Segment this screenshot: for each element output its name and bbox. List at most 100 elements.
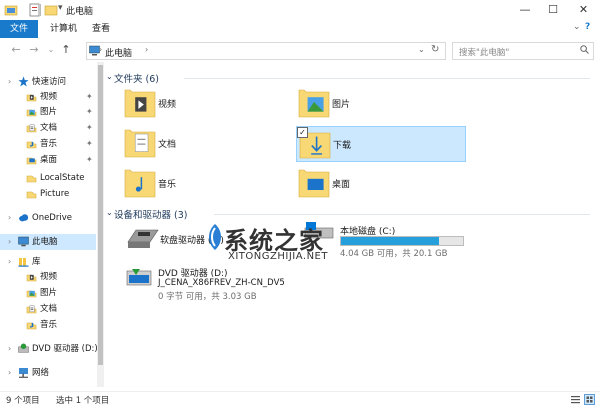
- content-pane: ⌄ 文件夹 (6) 视频 图片 文档 下载 ✓ 音乐 桌面 ⌄ 设备和驱动器 (3) 软盘驱…: [104, 62, 600, 387]
- documents-folder-icon: [26, 305, 37, 314]
- customize-toolbar-icon[interactable]: ▾: [58, 3, 63, 13]
- expand-ribbon-icon[interactable]: ⌄: [573, 22, 581, 32]
- up-arrow-icon[interactable]: ↑: [60, 43, 72, 57]
- sidebar-item-label: 视频: [40, 272, 58, 282]
- pin-icon: ✦: [86, 155, 93, 164]
- tab-view[interactable]: 查看: [92, 20, 110, 38]
- collapse-chevron-icon[interactable]: ⌄: [106, 208, 113, 217]
- new-folder-icon[interactable]: [44, 3, 58, 17]
- music-folder-icon: [26, 322, 37, 330]
- sidebar-item[interactable]: 文档 ✦: [0, 120, 96, 136]
- status-bar: 9 个项目 选中 1 个项目: [0, 391, 600, 408]
- sidebar-item[interactable]: 此电脑 ›: [0, 234, 96, 250]
- sidebar-item[interactable]: 音乐: [0, 317, 96, 333]
- sidebar-item[interactable]: DVD 驱动器 (D:) ›: [0, 341, 98, 357]
- sidebar-item[interactable]: OneDrive ›: [0, 210, 96, 226]
- tab-file[interactable]: 文件: [0, 20, 38, 38]
- network-icon: [19, 368, 28, 378]
- refresh-icon[interactable]: ↻: [431, 44, 439, 55]
- folder-tile[interactable]: 下载 ✓: [296, 126, 466, 162]
- expand-chevron-icon[interactable]: ›: [8, 234, 11, 250]
- expand-chevron-icon[interactable]: ›: [8, 365, 11, 381]
- back-arrow-icon[interactable]: ←: [10, 43, 22, 57]
- address-dropdown-icon[interactable]: ⌄: [418, 45, 425, 54]
- folder-label: 下载: [333, 141, 352, 151]
- folders-group-header[interactable]: 文件夹 (6): [114, 71, 159, 85]
- expand-chevron-icon[interactable]: ›: [8, 254, 11, 270]
- sidebar-item[interactable]: 库 ›: [0, 254, 96, 270]
- expand-chevron-icon[interactable]: ›: [8, 74, 11, 90]
- close-button[interactable]: ✕: [567, 0, 600, 20]
- expand-chevron-icon[interactable]: ›: [8, 210, 11, 226]
- maximize-button[interactable]: ☐: [539, 0, 567, 20]
- large-icons-view-icon[interactable]: [584, 394, 595, 405]
- desktop-folder-icon: [298, 169, 330, 198]
- window-title: 此电脑: [66, 7, 94, 17]
- video-folder-icon: [124, 89, 156, 118]
- sidebar-item[interactable]: 快速访问 ›: [0, 74, 96, 90]
- sidebar-item-label: OneDrive: [32, 213, 72, 223]
- folder-label: 图片: [332, 100, 351, 110]
- folder-tile[interactable]: 图片: [296, 86, 464, 120]
- volume-label: J_CENA_X86FREV_ZH-CN_DV5: [158, 278, 285, 288]
- sidebar-item[interactable]: 视频: [0, 269, 96, 285]
- search-input[interactable]: 搜索"此电脑": [452, 42, 594, 60]
- folder-tile[interactable]: 桌面: [296, 166, 464, 200]
- forward-arrow-icon[interactable]: →: [28, 43, 40, 57]
- folder-label: 音乐: [158, 180, 177, 190]
- details-view-icon[interactable]: [570, 394, 581, 405]
- sidebar-item[interactable]: Picture: [0, 186, 96, 202]
- tab-computer[interactable]: 计算机: [50, 20, 77, 38]
- sidebar-item-label: 图片: [40, 107, 58, 117]
- group-divider: [214, 214, 590, 215]
- properties-icon[interactable]: [28, 3, 42, 17]
- sidebar-item[interactable]: LocalState: [0, 170, 96, 186]
- library-icon: [18, 258, 29, 267]
- breadcrumb-chevron-icon[interactable]: ›: [145, 45, 148, 54]
- watermark-logo: 系统之家 XITONGZHIJIA.NET: [209, 221, 380, 265]
- sidebar-item-label: 音乐: [40, 320, 58, 330]
- sidebar-item-label: 文档: [40, 123, 58, 133]
- help-icon[interactable]: ?: [585, 22, 590, 32]
- breadcrumb[interactable]: 此电脑: [105, 46, 132, 59]
- dvd-drive-item[interactable]: DVD 驱动器 (D:) J_CENA_X86FREV_ZH-CN_DV5 0 …: [126, 261, 326, 305]
- selection-checkbox[interactable]: ✓: [297, 127, 308, 138]
- minimize-button[interactable]: —: [511, 0, 539, 20]
- devices-group-header[interactable]: 设备和驱动器 (3): [114, 207, 187, 221]
- sidebar-item[interactable]: 图片: [0, 285, 96, 301]
- sidebar-item[interactable]: 网络 ›: [0, 365, 96, 381]
- expand-chevron-icon[interactable]: ›: [8, 341, 11, 357]
- folder-tile[interactable]: 视频: [122, 86, 290, 120]
- watermark-emblem-icon: [209, 224, 221, 250]
- explorer-icon[interactable]: [4, 3, 18, 17]
- breadcrumb-chevron-icon: ›: [99, 45, 103, 54]
- video-folder-icon: [26, 94, 37, 102]
- sidebar-item-label: 快速访问: [32, 77, 67, 87]
- title-bar: ▾ 此电脑 — ☐ ✕: [0, 0, 600, 21]
- folder-tile[interactable]: 音乐: [122, 166, 290, 200]
- collapse-chevron-icon[interactable]: ⌄: [106, 72, 113, 81]
- dvd-drive-icon: [126, 269, 152, 286]
- folder-tile[interactable]: 文档: [122, 126, 290, 160]
- pin-icon: ✦: [86, 92, 93, 101]
- sidebar-item[interactable]: 桌面 ✦: [0, 152, 96, 168]
- address-bar[interactable]: › 此电脑 › ⌄ ↻: [86, 42, 446, 60]
- sidebar-item-label: Picture: [40, 189, 70, 199]
- sidebar-item[interactable]: 家庭组 ›: [0, 385, 96, 387]
- navigation-pane: 快速访问 › 视频 ✦ 图片 ✦ 文档 ✦ 音乐 ✦ 桌面 ✦ LocalState Picture One…: [0, 62, 101, 387]
- sidebar-item-label: 桌面: [40, 155, 58, 165]
- nav-scrollbar-thumb[interactable]: [98, 65, 103, 365]
- address-row: ← → ⌄ ↑ › 此电脑 › ⌄ ↻ 搜索"此电脑": [0, 38, 600, 62]
- music-folder-icon: [124, 169, 156, 198]
- sidebar-item[interactable]: 视频 ✦: [0, 89, 96, 105]
- search-icon: [580, 45, 589, 54]
- recent-locations-icon[interactable]: ⌄: [45, 43, 57, 57]
- sidebar-item[interactable]: 文档: [0, 301, 96, 317]
- sidebar-item[interactable]: 音乐 ✦: [0, 136, 96, 152]
- sidebar-item-label: 此电脑: [32, 237, 58, 247]
- disk-free-space: 0 字节 可用，共 3.03 GB: [158, 292, 257, 302]
- sidebar-item-label: LocalState: [40, 173, 85, 183]
- sidebar-item[interactable]: 图片 ✦: [0, 104, 96, 120]
- expand-chevron-icon[interactable]: ›: [8, 385, 11, 387]
- pictures-folder-icon: [26, 290, 37, 298]
